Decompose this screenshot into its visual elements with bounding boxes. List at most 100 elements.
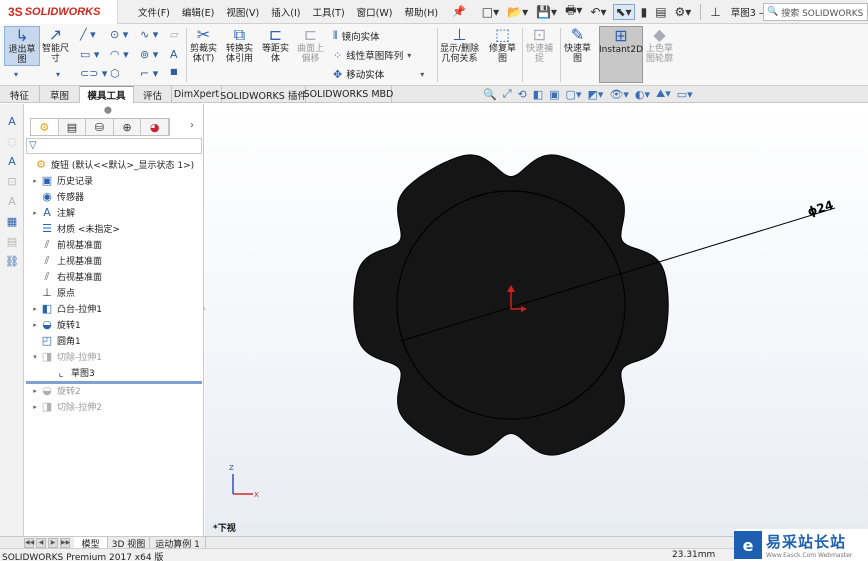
chevron-right-icon[interactable]: ▸ [30, 403, 40, 411]
next-tab-icon[interactable]: ▶ [48, 538, 58, 548]
diameter-dimension[interactable]: ϕ24 [806, 198, 835, 219]
chevron-right-icon[interactable]: ▸ [30, 387, 40, 395]
ellipse-icon[interactable]: ⊚ ▾ [140, 48, 158, 61]
spline-icon[interactable]: ∿ ▾ [140, 28, 158, 41]
apply-scene-icon[interactable]: ⛰▾ [656, 87, 671, 101]
link-icon[interactable]: ⛓ [4, 254, 20, 270]
rectangle-icon[interactable]: ▭ ▾ [80, 48, 99, 61]
tab-solidworks-mbd[interactable]: SOLIDWORKS MBD [304, 86, 393, 103]
tree-root-part[interactable]: ⚙ 旋钮 (默认<<默认>_显示状态 1>) [24, 157, 194, 172]
polygon-icon[interactable]: ⬡ [110, 67, 120, 80]
text-annotation-icon[interactable]: A [4, 154, 20, 170]
feature-tree-filter[interactable]: ▽ [26, 138, 202, 154]
tree-item[interactable]: ◰ 圆角1 [30, 333, 81, 348]
tree-item[interactable]: ▸ ◧ 凸台-拉伸1 [30, 301, 102, 316]
fillet-sketch-icon[interactable]: ⌐ ▾ [140, 67, 158, 80]
repair-sketch-button[interactable]: ⬚ 修复草 图 [489, 26, 516, 65]
quick-snaps-button[interactable]: ⊡ 快速捕 捉 [526, 26, 553, 65]
view-palette-icon[interactable]: ▦ [4, 214, 20, 230]
chevron-right-icon[interactable]: ▸ [30, 209, 40, 217]
tree-item[interactable]: ☰ 材质 <未指定> [30, 221, 120, 236]
tree-item[interactable]: ▾ ◨ 切除-拉伸1 [30, 349, 102, 364]
options-gear-icon[interactable]: ⚙▾ [673, 5, 694, 19]
convert-entities-button[interactable]: ⧉ 转换实 体引用 [226, 26, 253, 65]
select-cursor-icon[interactable]: ⬉▾ [612, 3, 635, 20]
offset-entities-button[interactable]: ⊏ 等距实 体 [262, 26, 289, 65]
edit-appearance-icon[interactable]: ◐▾ [635, 88, 650, 101]
solidworks-logo[interactable]: 3S SOLIDWORKS [0, 0, 118, 24]
smart-dimension-button[interactable]: ↗ 智能尺 寸 [42, 26, 69, 65]
tree-item[interactable]: ⫽ 前视基准面 [30, 237, 102, 252]
section-view-icon[interactable]: ◧ [533, 88, 543, 101]
tree-item[interactable]: ⌞ 草图3 [44, 365, 94, 380]
tab-features[interactable]: 特征 [0, 86, 40, 103]
dynamic-annotation-icon[interactable]: ▣ [549, 88, 559, 101]
view-settings-icon[interactable]: ▭▾ [677, 88, 693, 101]
menu-tools[interactable]: 工具(T) [306, 5, 350, 19]
tree-item[interactable]: ⫽ 右视基准面 [30, 269, 102, 284]
menu-edit[interactable]: 编辑(E) [176, 5, 220, 19]
menu-file[interactable]: 文件(F) [132, 5, 176, 19]
chevron-right-icon[interactable]: ▸ [30, 321, 40, 329]
tree-item[interactable]: ⊥ 原点 [30, 285, 75, 300]
new-document-icon[interactable]: □▾ [480, 5, 501, 19]
linear-pattern-dropdown-icon[interactable]: ▾ [407, 51, 411, 60]
save-icon[interactable]: 💾▾ [534, 5, 559, 19]
exit-sketch-button[interactable]: ↳ 退出草 图 [4, 26, 40, 66]
menu-window[interactable]: 窗口(W) [351, 5, 399, 19]
tree-item[interactable]: ▸ ◒ 旋转2 [30, 383, 81, 398]
pin-icon[interactable]: 📌 [452, 5, 466, 18]
open-folder-icon[interactable]: 📂▾ [505, 5, 530, 19]
previous-view-icon[interactable]: ⟲ [518, 88, 527, 101]
menu-view[interactable]: 视图(V) [220, 5, 265, 19]
tab-evaluate[interactable]: 评估 [134, 86, 172, 103]
chevron-down-icon[interactable]: ▾ [30, 353, 40, 361]
slot-icon[interactable]: ⊂⊃ ▾ [80, 67, 107, 80]
annotation-note-icon[interactable]: A [4, 114, 20, 130]
tab-sketch[interactable]: 草图 [40, 86, 80, 103]
file-properties-icon[interactable]: ▤ [653, 5, 668, 19]
hide-show-items-icon[interactable]: 👁▾ [609, 88, 629, 101]
arc-icon[interactable]: ◠ ▾ [110, 48, 129, 61]
last-tab-icon[interactable]: ▶▶ [60, 538, 70, 548]
offset-on-surface-button[interactable]: ⊏ 曲面上 偏移 [297, 26, 324, 65]
exit-sketch-dropdown-icon[interactable]: ▾ [14, 70, 18, 79]
model-canvas[interactable]: ϕ24 X Z [205, 104, 868, 536]
feature-tree-tab-icon[interactable]: ⚙ [31, 119, 59, 135]
tree-item[interactable]: ▸ A 注解 [30, 205, 75, 220]
point-icon[interactable]: ■ [170, 67, 178, 76]
traffic-light-icon[interactable]: ▮ [639, 5, 650, 19]
tree-item[interactable]: ▸ ◨ 切除-拉伸2 [30, 399, 102, 414]
undo-icon[interactable]: ↶▾ [588, 5, 608, 19]
linear-pattern-button[interactable]: ⁘ 线性草图阵列 ▾ [333, 48, 411, 63]
dimxpert-manager-tab-icon[interactable]: ⊕ [114, 119, 142, 135]
configuration-manager-tab-icon[interactable]: ⛁ [86, 119, 114, 135]
smart-dimension-dropdown-icon[interactable]: ▾ [56, 70, 60, 79]
line-icon[interactable]: ╱ ▾ [80, 28, 96, 41]
text-icon[interactable]: A [170, 48, 178, 61]
first-tab-icon[interactable]: ◀◀ [24, 538, 34, 548]
circle-icon[interactable]: ⊙ ▾ [110, 28, 128, 41]
property-manager-tab-icon[interactable]: ▤ [59, 119, 87, 135]
zoom-to-fit-icon[interactable]: 🔍 [483, 88, 497, 101]
instant2d-button[interactable]: ⊞ Instant2D [599, 26, 643, 83]
view-orientation-icon[interactable]: ▢▾ [566, 88, 582, 101]
tab-mold-tools[interactable]: 模具工具 [80, 86, 134, 103]
move-entities-button[interactable]: ✥ 移动实体 ▾ [333, 67, 424, 82]
tree-item[interactable]: ▸ ▣ 历史记录 [30, 173, 93, 188]
graphics-area[interactable]: ϕ24 X Z *下视 [205, 104, 868, 536]
mirror-entities-button[interactable]: ⫴ 镜向实体 [333, 29, 380, 43]
zoom-to-area-icon[interactable]: ⤢ [503, 87, 512, 101]
trim-entities-button[interactable]: ✂ 剪裁实 体(T) [190, 26, 217, 65]
print-icon[interactable]: 🖶▾ [563, 1, 584, 22]
display-manager-tab-icon[interactable]: ◕ [141, 119, 169, 135]
shaded-sketch-contours-button[interactable]: ◆ 上色草 图轮廓 [646, 26, 673, 65]
display-delete-relations-button[interactable]: ⊥ 显示/删除 几何关系 [440, 26, 479, 65]
chevron-right-icon[interactable]: › [190, 120, 194, 131]
previous-tab-icon[interactable]: ◀ [36, 538, 46, 548]
rapid-sketch-button[interactable]: ✎ 快速草 图 [564, 26, 591, 65]
menu-help[interactable]: 帮助(H) [398, 5, 444, 19]
chevron-right-icon[interactable]: ▸ [30, 305, 40, 313]
chevron-right-icon[interactable]: ▸ [30, 177, 40, 185]
tree-item[interactable]: ◉ 传感器 [30, 189, 84, 204]
